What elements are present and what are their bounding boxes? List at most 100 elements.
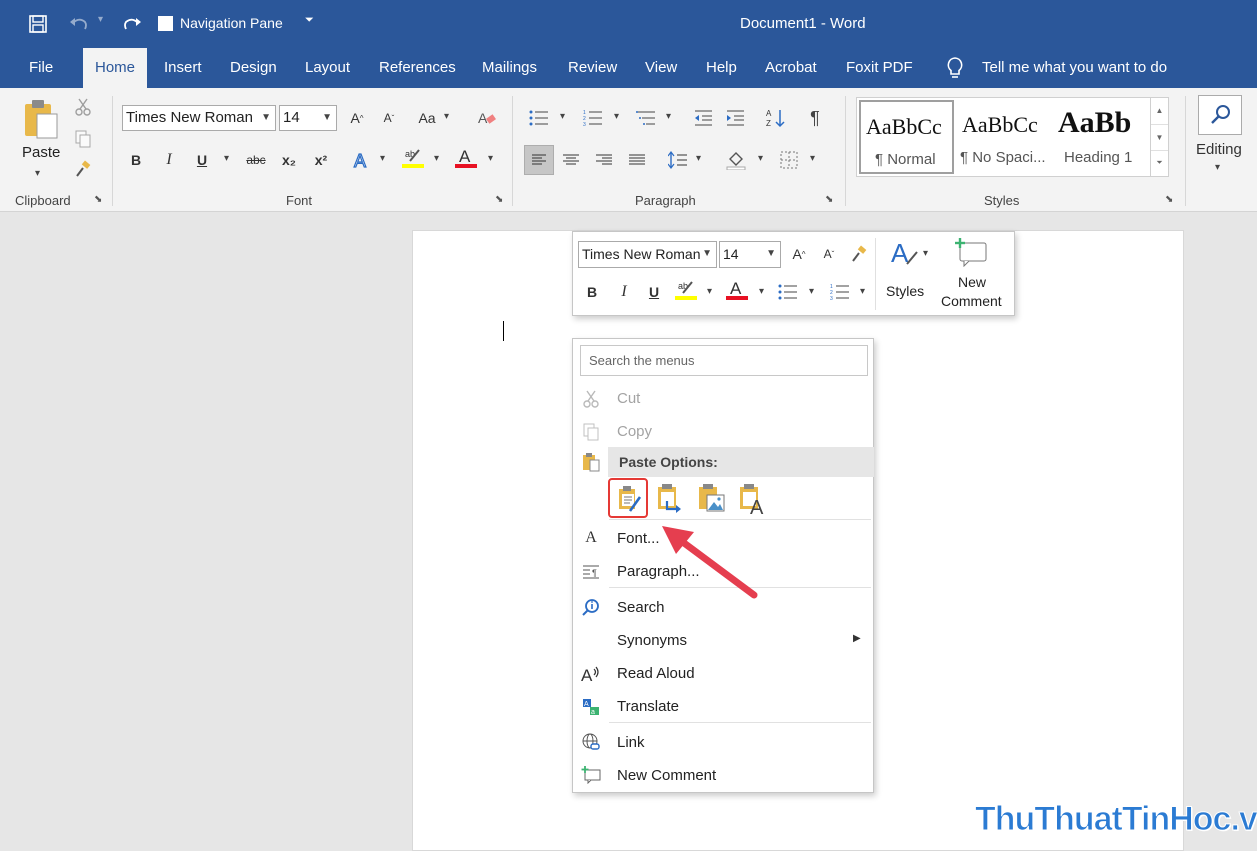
paragraph-launcher-icon[interactable]: ⬊ — [825, 194, 833, 205]
chevron-down-icon[interactable]: ▾ — [614, 111, 619, 122]
bold-button[interactable]: B — [123, 147, 149, 173]
mini-bold-button[interactable]: B — [579, 279, 605, 305]
grow-font-icon[interactable]: A ^ — [344, 105, 370, 131]
chevron-down-icon[interactable]: ▾ — [810, 153, 815, 164]
new-comment-icon[interactable] — [954, 237, 988, 267]
font-size-combo[interactable]: 14 ▼ — [279, 105, 337, 131]
paste-icon[interactable] — [22, 98, 60, 140]
tell-me-search[interactable]: Tell me what you want to do — [982, 48, 1167, 88]
chevron-down-icon[interactable]: ▾ — [224, 153, 229, 164]
chevron-down-icon[interactable]: ▾ — [444, 111, 449, 122]
scroll-down-icon[interactable]: ▼ — [1151, 124, 1168, 150]
font-launcher-icon[interactable]: ⬊ — [495, 194, 503, 205]
menu-item-synonyms[interactable]: Synonyms — [617, 632, 687, 649]
font-color-icon[interactable]: A — [453, 145, 479, 171]
menu-item-link[interactable]: Link — [617, 734, 645, 751]
justify-icon[interactable] — [624, 147, 650, 173]
style-normal[interactable]: AaBbCc ¶ Normal — [859, 100, 954, 174]
styles-scroll[interactable]: ▲ ▼ ⏷ — [1150, 98, 1168, 176]
chevron-down-icon[interactable]: ▾ — [759, 286, 764, 297]
sort-icon[interactable]: AZ — [762, 105, 788, 131]
tab-mailings[interactable]: Mailings — [482, 48, 537, 88]
styles-launcher-icon[interactable]: ⬊ — [1165, 194, 1173, 205]
paste-dropdown-icon[interactable]: ▾ — [35, 168, 40, 179]
tab-help[interactable]: Help — [706, 48, 737, 88]
show-formatting-button[interactable]: ¶ — [802, 105, 828, 131]
mini-styles-label[interactable]: Styles — [886, 283, 924, 299]
scroll-up-icon[interactable]: ▲ — [1151, 98, 1168, 124]
shrink-font-icon[interactable]: Aˇ — [816, 241, 842, 267]
tab-acrobat[interactable]: Acrobat — [765, 48, 817, 88]
line-spacing-icon[interactable] — [665, 147, 691, 173]
chevron-down-icon[interactable]: ▾ — [923, 248, 928, 259]
chevron-down-icon[interactable]: ▾ — [707, 286, 712, 297]
cut-icon[interactable] — [70, 94, 96, 120]
strikethrough-button[interactable]: abc — [243, 147, 269, 173]
numbering-icon[interactable]: 123 — [827, 279, 853, 305]
change-case-button[interactable]: Aa — [414, 105, 440, 131]
editing-label[interactable]: Editing — [1196, 141, 1242, 158]
copy-icon[interactable] — [70, 126, 96, 152]
tab-view[interactable]: View — [645, 48, 677, 88]
multilevel-list-icon[interactable] — [633, 105, 659, 131]
menu-item-copy[interactable]: Copy — [617, 423, 652, 440]
find-button[interactable] — [1198, 95, 1242, 135]
paste-label[interactable]: Paste — [22, 144, 60, 161]
tab-references[interactable]: References — [379, 48, 456, 88]
chevron-down-icon[interactable]: ▾ — [434, 153, 439, 164]
numbering-icon[interactable]: 123 — [580, 105, 606, 131]
bullets-icon[interactable] — [526, 105, 552, 131]
menu-item-new-comment[interactable]: New Comment — [617, 767, 716, 784]
tab-review[interactable]: Review — [568, 48, 617, 88]
chevron-down-icon[interactable]: ▾ — [488, 153, 493, 164]
undo-dropdown-icon[interactable]: ▾ — [98, 14, 103, 25]
mini-underline-button[interactable]: U — [641, 279, 667, 305]
customize-qat-icon[interactable]: ⏷ — [305, 14, 314, 27]
style-heading-1[interactable]: AaBb Heading 1 — [1054, 100, 1150, 174]
menu-item-translate[interactable]: Translate — [617, 698, 679, 715]
decrease-indent-icon[interactable] — [690, 105, 716, 131]
tab-design[interactable]: Design — [230, 48, 277, 88]
tab-home[interactable]: Home — [83, 48, 148, 88]
underline-button[interactable]: U — [189, 147, 215, 173]
chevron-down-icon[interactable]: ▾ — [1215, 162, 1220, 173]
align-center-icon[interactable] — [558, 147, 584, 173]
navigation-pane-checkbox[interactable] — [158, 16, 173, 31]
subscript-button[interactable]: x₂ — [276, 147, 302, 173]
font-name-combo[interactable]: Times New Roman ▼ — [122, 105, 276, 131]
chevron-down-icon[interactable]: ▾ — [380, 153, 385, 164]
clipboard-launcher-icon[interactable]: ⬊ — [94, 194, 102, 205]
mini-font-name-combo[interactable]: Times New Roman ▼ — [578, 241, 717, 268]
chevron-down-icon[interactable]: ▾ — [560, 111, 565, 122]
menu-item-read-aloud[interactable]: Read Aloud — [617, 665, 695, 682]
mini-italic-button[interactable]: I — [611, 279, 637, 305]
style-no-spacing[interactable]: AaBbCc ¶ No Spaci... — [958, 100, 1053, 174]
menu-search-input[interactable]: Search the menus — [580, 345, 868, 376]
chevron-down-icon[interactable]: ▾ — [666, 111, 671, 122]
paste-picture-icon[interactable] — [698, 483, 726, 515]
format-painter-icon[interactable] — [70, 156, 96, 182]
clear-formatting-icon[interactable]: A — [474, 105, 500, 131]
superscript-button[interactable]: x² — [308, 147, 334, 173]
merge-formatting-icon[interactable] — [657, 483, 685, 515]
grow-font-icon[interactable]: A ^ — [786, 241, 812, 267]
chevron-down-icon[interactable]: ▾ — [758, 153, 763, 164]
styles-more-icon[interactable]: ⏷ — [1151, 150, 1168, 174]
tab-foxit-pdf[interactable]: Foxit PDF — [846, 48, 913, 88]
highlight-color-icon[interactable]: ab — [400, 145, 426, 171]
align-right-icon[interactable] — [591, 147, 617, 173]
tab-file[interactable]: File — [29, 48, 53, 88]
align-left-button[interactable] — [524, 145, 554, 175]
menu-item-cut[interactable]: Cut — [617, 390, 640, 407]
shrink-font-icon[interactable]: Aˇ — [376, 105, 402, 131]
font-color-icon[interactable]: A — [724, 277, 750, 303]
bullets-icon[interactable] — [775, 279, 801, 305]
keep-text-only-icon[interactable]: A — [739, 483, 767, 515]
redo-icon[interactable] — [121, 14, 143, 34]
increase-indent-icon[interactable] — [722, 105, 748, 131]
borders-icon[interactable] — [776, 147, 802, 173]
chevron-down-icon[interactable]: ▾ — [860, 286, 865, 297]
mini-font-size-combo[interactable]: 14 ▼ — [719, 241, 781, 268]
paste-keep-source-formatting-button[interactable] — [608, 478, 648, 518]
text-effects-icon[interactable]: A — [349, 147, 375, 173]
